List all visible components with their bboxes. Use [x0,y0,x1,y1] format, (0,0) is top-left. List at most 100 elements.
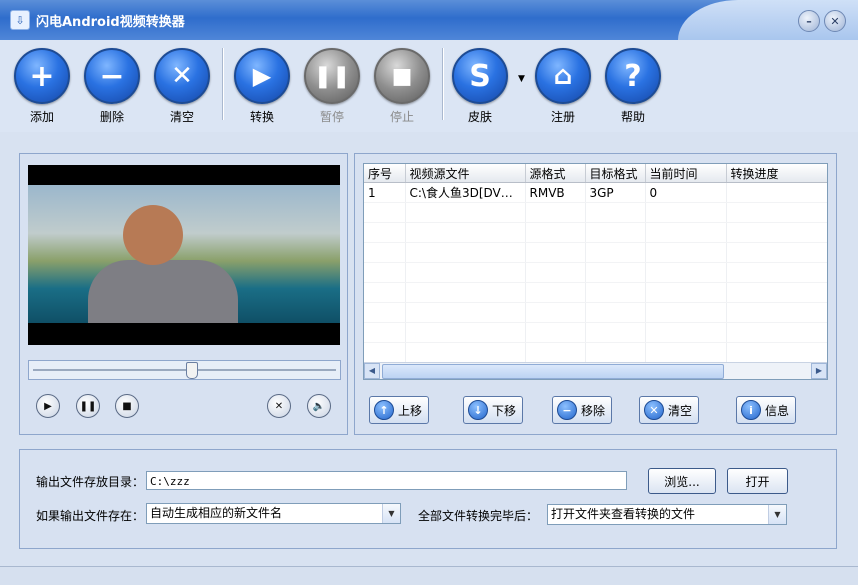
column-header[interactable]: 目标格式 [585,164,646,183]
video-subject-body [88,260,238,323]
plus-icon: + [14,48,70,104]
table-row [364,202,827,223]
player-close-icon[interactable]: ✕ [267,394,291,418]
column-header[interactable]: 转换进度 [726,164,827,183]
exists-value: 自动生成相应的新文件名 [150,506,283,520]
chevron-down-icon[interactable]: ▼ [382,504,400,523]
skin-dropdown-icon[interactable]: ▼ [518,74,525,84]
scroll-thumb[interactable] [382,364,724,379]
pause-label: 暂停 [319,110,344,124]
exists-label: 如果输出文件存在： [36,509,145,523]
cell-index: 1 [364,182,406,203]
video-preview [28,165,340,345]
cell-progress [726,182,827,203]
help-button[interactable]: ? 帮助 [603,48,663,125]
convert-label: 转换 [249,110,274,124]
output-dir-input[interactable]: C:\zzz [146,471,627,490]
register-button[interactable]: ⌂ 注册 [533,48,593,125]
table-row [364,342,827,363]
player-pause-icon[interactable]: ❚❚ [76,394,100,418]
browse-button[interactable]: 浏览... [648,468,716,494]
minus-icon: − [557,400,577,420]
player-stop-icon[interactable]: ■ [115,394,139,418]
table-row [364,222,827,243]
column-header[interactable]: 序号 [364,164,406,183]
stop-button[interactable]: ■ 停止 [372,48,432,125]
table-header-row: 序号 视频源文件 源格式 目标格式 当前时间 转换进度 [364,164,827,183]
toolbar-separator [222,48,224,120]
play-icon: ▶ [234,48,290,104]
seek-thumb[interactable] [186,362,198,379]
column-header[interactable]: 视频源文件 [405,164,526,183]
settings-panel [19,449,837,549]
home-icon: ⌂ [535,48,591,104]
help-label: 帮助 [620,110,645,124]
move-up-label: 上移 [398,403,423,418]
clear-button[interactable]: ✕ 清空 [152,48,212,125]
toolbar: + 添加 − 删除 ✕ 清空 ▶ 转换 ❚❚ 暂停 ■ 停止 S 皮肤 ▼ ⌂ … [0,40,858,132]
horizontal-scrollbar[interactable]: ◀ ▶ [364,362,827,379]
arrow-down-icon: ↓ [468,400,488,420]
scroll-left-icon[interactable]: ◀ [364,363,380,379]
cell-current-time: 0 [645,182,727,203]
close-icon[interactable]: ✕ [824,10,846,32]
convert-button[interactable]: ▶ 转换 [232,48,292,125]
pause-button[interactable]: ❚❚ 暂停 [302,48,362,125]
app-icon: ⇩ [10,10,30,30]
cell-source: C:\食人鱼3D[DVD中... [405,182,526,203]
stop-icon: ■ [374,48,430,104]
x-icon: ✕ [154,48,210,104]
minus-icon: − [84,48,140,104]
delete-label: 删除 [99,110,124,124]
seek-track [33,369,336,371]
stop-label: 停止 [389,110,414,124]
move-down-button[interactable]: ↓ 下移 [463,396,524,424]
pause-icon: ❚❚ [304,48,360,104]
remove-button[interactable]: − 移除 [552,396,613,424]
clear-label: 清空 [169,110,194,124]
add-button[interactable]: + 添加 [12,48,72,125]
file-table: 序号 视频源文件 源格式 目标格式 当前时间 转换进度 1 C:\食人鱼3D[D… [363,163,828,380]
seek-slider[interactable] [28,360,341,380]
column-header[interactable]: 当前时间 [645,164,727,183]
info-button[interactable]: i 信息 [736,396,797,424]
status-bar [0,566,858,585]
table-row [364,322,827,343]
arrow-up-icon: ↑ [374,400,394,420]
delete-button[interactable]: − 删除 [82,48,142,125]
info-label: 信息 [765,403,790,418]
video-frame [28,185,340,323]
player-play-icon[interactable]: ▶ [36,394,60,418]
output-dir-label: 输出文件存放目录： [36,475,145,489]
volume-icon[interactable]: 🔈 [307,394,331,418]
question-icon: ? [605,48,661,104]
scroll-right-icon[interactable]: ▶ [811,363,827,379]
table-row [364,282,827,303]
info-icon: i [741,400,761,420]
x-icon: ✕ [644,400,664,420]
minimize-icon[interactable]: – [798,10,820,32]
after-complete-value: 打开文件夹查看转换的文件 [551,507,696,521]
open-button[interactable]: 打开 [727,468,788,494]
remove-label: 移除 [581,403,606,418]
skin-label: 皮肤 [467,110,492,124]
register-label: 注册 [550,110,575,124]
move-up-button[interactable]: ↑ 上移 [369,396,430,424]
skin-s-icon: S [452,48,508,104]
table-row [364,302,827,323]
table-row [364,242,827,263]
clear-list-label: 清空 [668,403,693,418]
title-bar: ⇩ 闪电Android视频转换器 – ✕ [0,0,858,41]
add-label: 添加 [29,110,54,124]
table-row[interactable]: 1 C:\食人鱼3D[DVD中... RMVB 3GP 0 [364,182,827,203]
after-complete-select[interactable]: 打开文件夹查看转换的文件 ▼ [547,504,787,525]
chevron-down-icon[interactable]: ▼ [768,505,786,524]
exists-select[interactable]: 自动生成相应的新文件名 ▼ [146,503,401,524]
video-subject-head [123,205,183,265]
table-row [364,262,827,283]
clear-list-button[interactable]: ✕ 清空 [639,396,700,424]
after-complete-label: 全部文件转换完毕后： [418,509,539,523]
skin-button[interactable]: S 皮肤 [450,48,510,125]
column-header[interactable]: 源格式 [525,164,586,183]
toolbar-separator [442,48,444,120]
